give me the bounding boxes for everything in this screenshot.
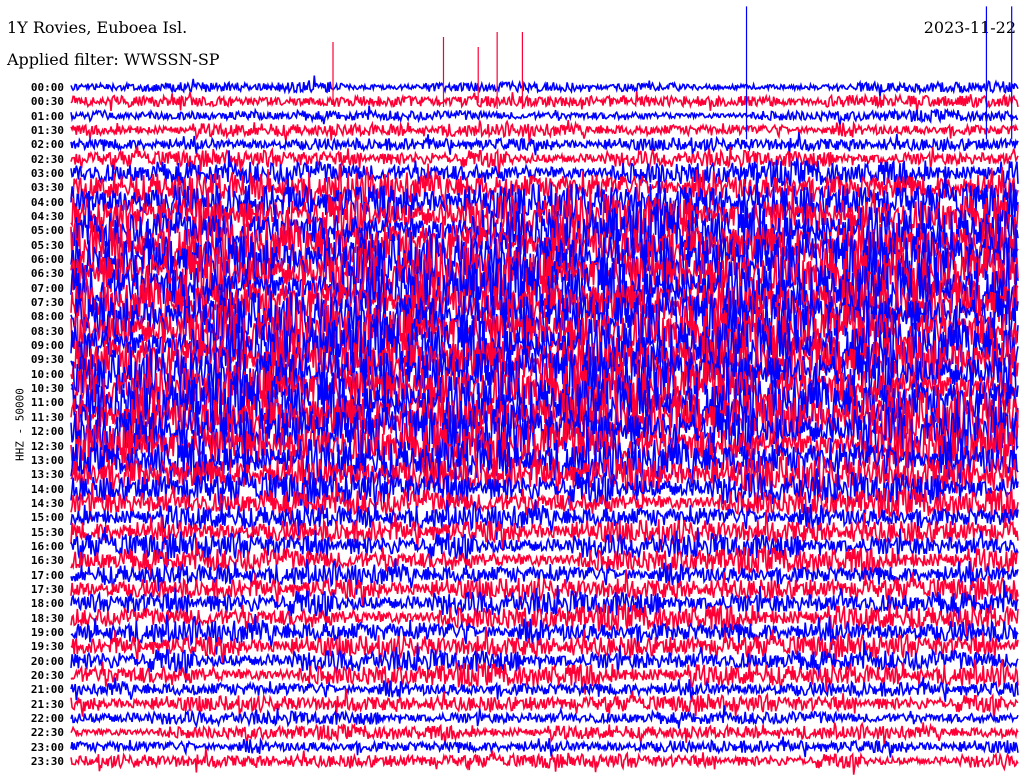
- trace-0100: [70, 105, 1019, 126]
- helicorder-plot: [70, 6, 1019, 775]
- trace-0230: [70, 146, 1019, 176]
- trace-2100: [70, 677, 1019, 702]
- trace-2330: [70, 748, 1019, 775]
- trace-0000: [70, 75, 1019, 97]
- trace-2300: [70, 736, 1019, 758]
- trace-0030: [70, 91, 1019, 113]
